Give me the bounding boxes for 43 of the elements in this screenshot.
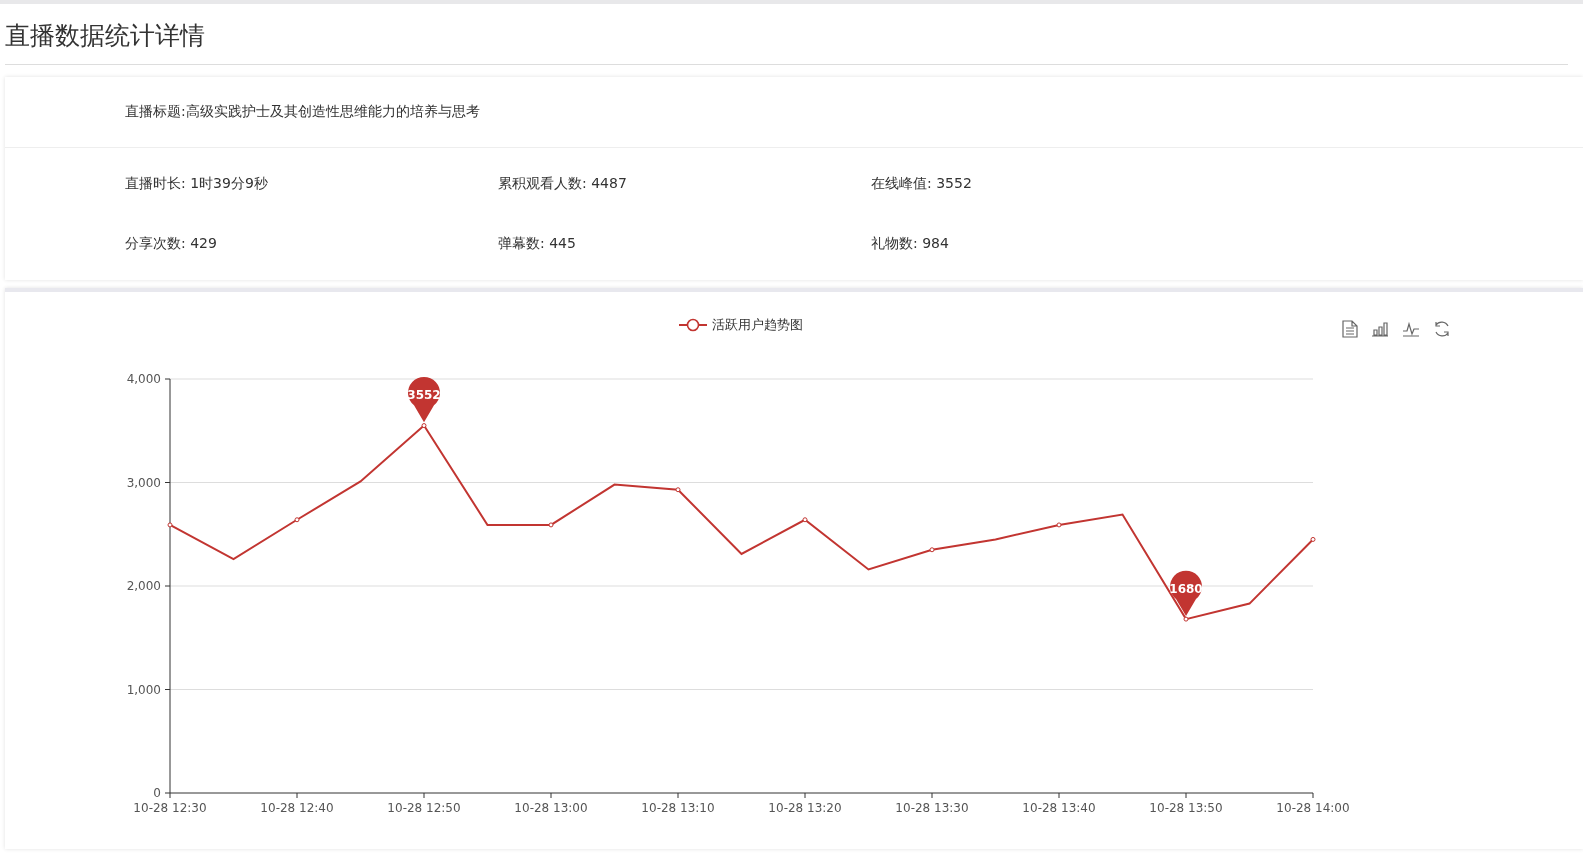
data-point (294, 517, 300, 523)
axis-label: 1,000 (126, 682, 161, 697)
data-point (421, 423, 427, 429)
axis-label: 10-28 14:00 (1276, 801, 1350, 815)
axis-label: 10-28 13:00 (514, 801, 588, 815)
page-title: 直播数据统计详情 (5, 4, 1568, 65)
axis-label: 2,000 (126, 579, 161, 593)
data-point (167, 522, 173, 528)
axis-label: 0 (153, 786, 161, 800)
stat-text: 在线峰值: 3552 (871, 174, 973, 193)
stat-text: 直播时长: 1时39分9秒 (125, 174, 269, 193)
axis-label: 10-28 12:40 (260, 801, 334, 815)
live-title: 直播标题:高级实践护士及其创造性思维能力的培养与思考 (125, 103, 480, 121)
axis-label: 10-28 13:50 (1149, 801, 1223, 815)
pin-marker (408, 376, 440, 423)
refresh-icon[interactable] (1433, 320, 1451, 338)
axis-label: 10-28 12:50 (387, 801, 461, 815)
axis-label: 10-28 13:30 (895, 801, 969, 815)
data-point (1056, 522, 1062, 528)
data-point (675, 487, 681, 493)
bar-chart-icon[interactable] (1371, 321, 1389, 337)
data-view-icon[interactable] (1342, 320, 1358, 338)
data-point (929, 547, 935, 553)
legend-label[interactable]: 活跃用户趋势图 (712, 316, 803, 334)
pin-value: 1680 (1169, 582, 1203, 597)
pin-value: 3552 (407, 388, 441, 403)
stat-text: 弹幕数: 445 (498, 234, 577, 253)
axis-label: 10-28 13:20 (768, 801, 842, 815)
legend-icon[interactable] (679, 318, 707, 332)
stat-text: 礼物数: 984 (871, 234, 950, 253)
stat-text: 累积观看人数: 4487 (498, 174, 628, 193)
line-chart-icon[interactable] (1402, 321, 1420, 337)
pin-marker (1170, 570, 1202, 617)
axis-label: 4,000 (126, 372, 161, 386)
axis-label: 10-28 13:10 (641, 801, 715, 815)
axis-label: 10-28 12:30 (133, 801, 207, 815)
data-point (1183, 616, 1189, 622)
axis-label: 10-28 13:40 (1022, 801, 1096, 815)
stat-text: 分享次数: 429 (125, 234, 218, 253)
data-point (802, 517, 808, 523)
data-point (548, 522, 554, 528)
data-point (1310, 536, 1316, 542)
axis-label: 3,000 (126, 475, 161, 490)
